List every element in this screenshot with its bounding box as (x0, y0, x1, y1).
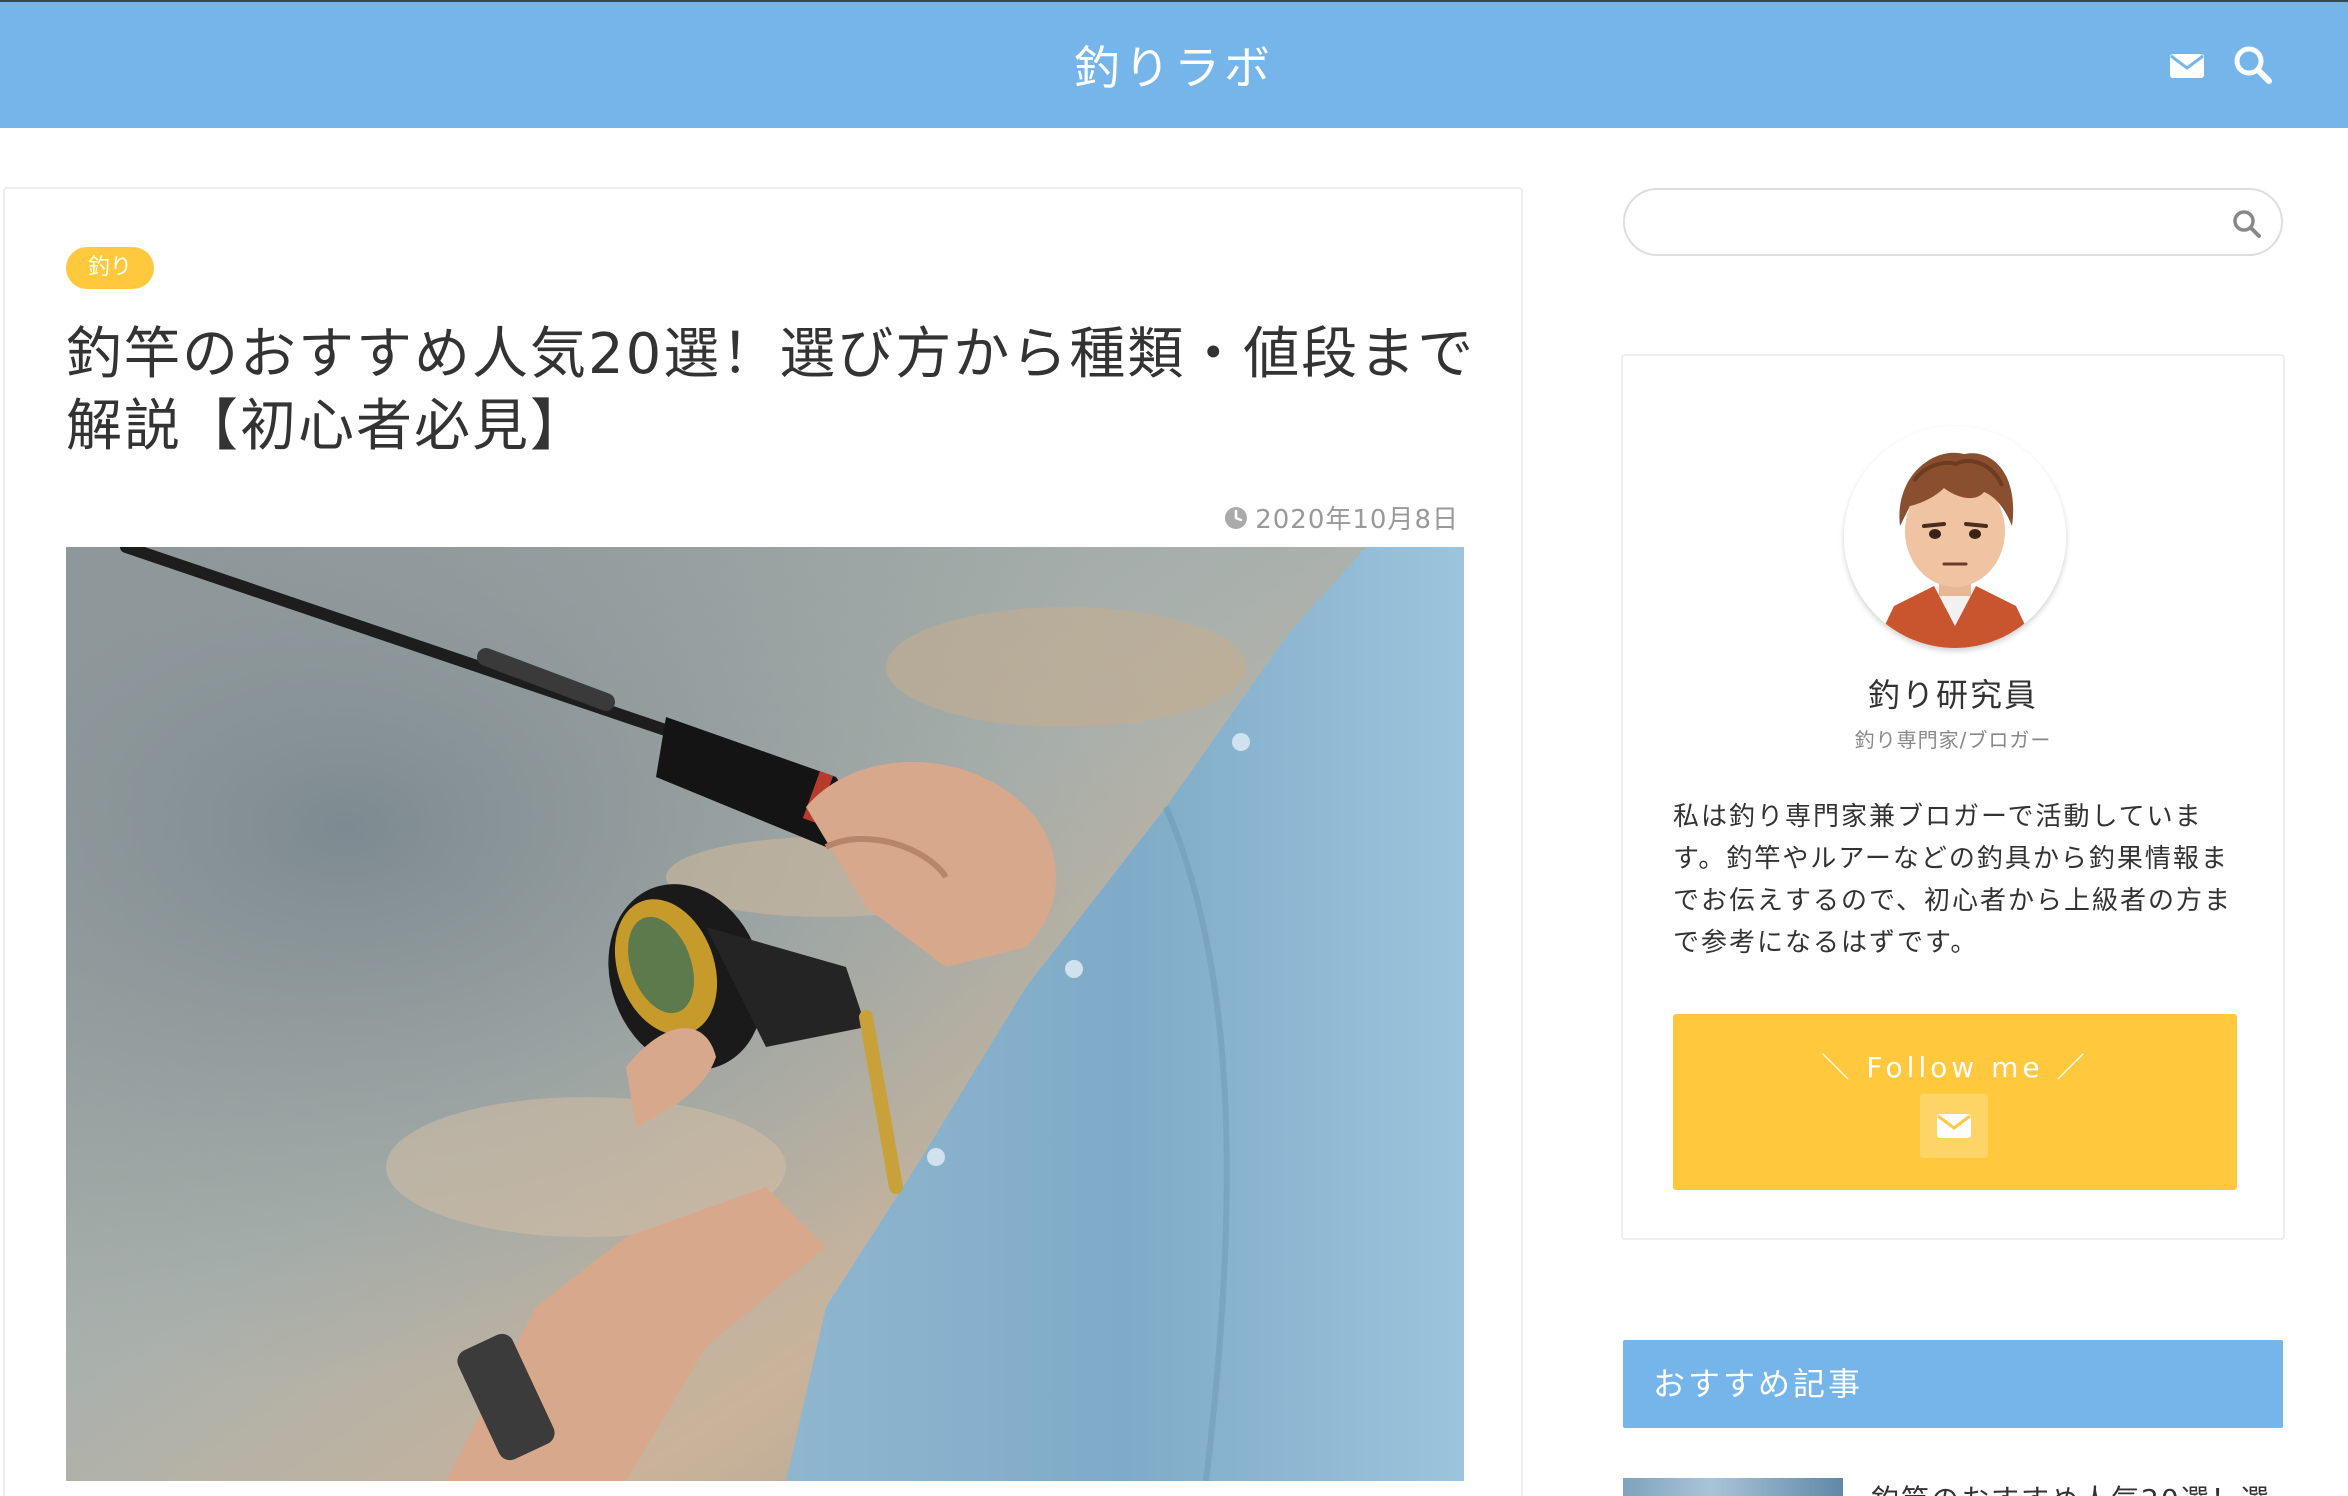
post-date-text: 2020年10月8日 (1255, 505, 1459, 535)
article-title: 釣竿のおすすめ人気20選！選び方から種類・値段まで解説【初心者必見】 (66, 322, 1476, 459)
post-date: 2020年10月8日 (1223, 499, 1459, 536)
article-card: 釣り 釣竿のおすすめ人気20選！選び方から種類・値段まで解説【初心者必見】 20… (3, 187, 1523, 1496)
avatar (1844, 426, 2066, 648)
follow-box: ＼ Follow me ／ (1673, 1014, 2237, 1190)
profile-role: 釣り専門家/ブロガー (1854, 728, 2052, 752)
profile-widget: 釣り研究員 釣り専門家/ブロガー 私は釣り専門家兼ブロガーで活動しています。釣竿… (1621, 354, 2285, 1240)
eyecatch-image (66, 547, 1464, 1481)
profile-name: 釣り研究員 (1867, 676, 2038, 714)
recommended-title: 釣竿のおすすめ人気20選！選 (1871, 1478, 2271, 1496)
recommended-thumbnail (1623, 1478, 1843, 1496)
category-badge[interactable]: 釣り (66, 247, 155, 289)
search-input[interactable] (1649, 200, 2209, 246)
site-title[interactable]: 釣りラボ (0, 32, 2348, 98)
clock-icon (1225, 506, 1248, 529)
mail-icon (1937, 1114, 1971, 1138)
profile-bio: 私は釣り専門家兼ブロガーで活動しています。釣竿やルアーなどの釣具から釣果情報まで… (1673, 802, 2232, 958)
mail-icon[interactable] (2166, 44, 2208, 86)
follow-label: ＼ Follow me ／ (1821, 1051, 2089, 1084)
follow-mail-button[interactable] (1920, 1094, 1988, 1158)
sidebar-search (1623, 188, 2283, 256)
search-icon[interactable] (2231, 208, 2263, 240)
list-item[interactable]: 釣竿のおすすめ人気20選！選 (1623, 1478, 2283, 1496)
search-icon[interactable] (2232, 44, 2274, 86)
recommended-heading: おすすめ記事 (1623, 1340, 2283, 1428)
site-header: 釣りラボ (0, 0, 2348, 128)
